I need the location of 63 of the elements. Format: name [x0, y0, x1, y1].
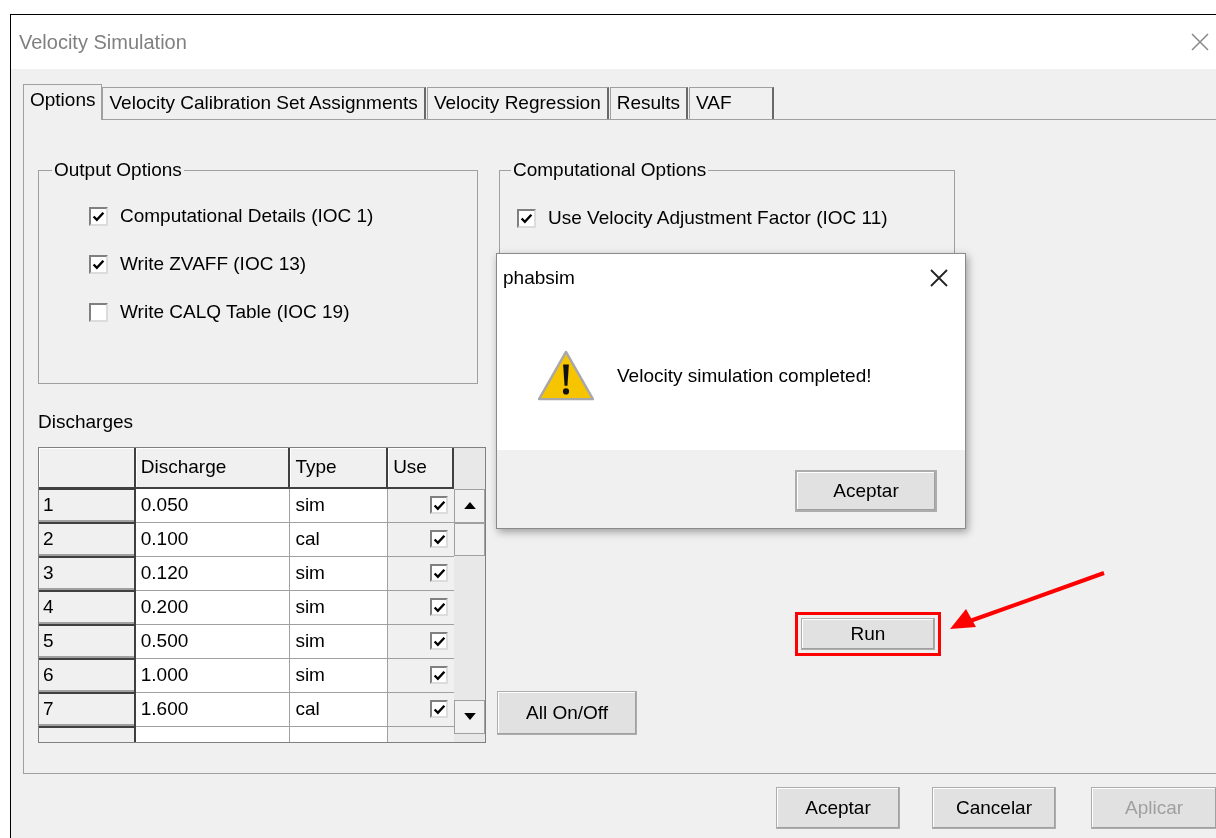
table-cell: 0.120 [135, 556, 291, 591]
checkbox[interactable] [89, 207, 108, 226]
up-arrow-icon [463, 502, 476, 509]
tab[interactable]: Velocity Calibration Set Assignments [102, 87, 426, 119]
row-header: 6 [39, 658, 136, 693]
table-cell: sim [290, 590, 389, 625]
table-cell: sim [290, 624, 389, 659]
all-on-off-button[interactable]: All On/Off [497, 691, 637, 735]
table-cell: cal [290, 692, 389, 727]
table-cell: 0.100 [135, 522, 291, 557]
dialog-button[interactable]: Aceptar [776, 787, 900, 829]
warning-icon [537, 350, 595, 402]
row-header: 3 [39, 556, 136, 591]
table-cell: 1.000 [135, 658, 291, 693]
table-cell: 0.500 [135, 624, 291, 659]
scroll-thumb[interactable] [454, 522, 485, 556]
dialog-button[interactable]: Cancelar [932, 787, 1056, 829]
tab[interactable]: VAF [689, 87, 774, 119]
section-label: Discharges [38, 410, 135, 434]
tab[interactable]: Results [609, 87, 689, 119]
row-header: 7 [39, 692, 136, 727]
checkbox-label: Use Velocity Adjustment Factor (IOC 11) [548, 206, 888, 231]
checkbox[interactable] [430, 564, 448, 582]
down-arrow-icon [463, 713, 476, 720]
checkbox[interactable] [430, 598, 448, 616]
table-cell: cal [290, 522, 389, 557]
message-text: Velocity simulation completed! [617, 363, 872, 388]
run-button[interactable]: Run [801, 618, 935, 650]
group-title: Computational Options [512, 158, 708, 182]
close-icon[interactable] [929, 268, 949, 288]
checkbox[interactable] [430, 700, 448, 718]
checkbox[interactable] [430, 632, 448, 650]
table-cell: 1.600 [135, 692, 291, 727]
table-cell: 0.200 [135, 590, 291, 625]
tab[interactable]: Velocity Regression [426, 87, 609, 119]
checkbox-label: Write CALQ Table (IOC 19) [120, 300, 350, 325]
table-cell: sim [290, 556, 389, 591]
row-header: 1 [39, 488, 136, 523]
table-cell: sim [290, 488, 389, 523]
checkbox[interactable] [430, 530, 448, 548]
row-header: 2 [39, 522, 136, 557]
message-ok-button[interactable]: Aceptar [795, 470, 937, 512]
checkbox[interactable] [517, 209, 536, 228]
checkbox-label: Computational Details (IOC 1) [120, 204, 374, 229]
group-title: Output Options [53, 158, 183, 182]
column-header: Type [290, 447, 389, 489]
table-cell: 0.050 [135, 488, 291, 523]
scroll-down-button[interactable] [454, 699, 485, 734]
row-header: 5 [39, 624, 136, 659]
window-title: Velocity Simulation [19, 30, 187, 55]
checkbox[interactable] [89, 303, 108, 322]
checkbox[interactable] [430, 666, 448, 684]
tab[interactable]: Options [23, 84, 103, 120]
scroll-up-button[interactable] [454, 488, 485, 523]
table-cell: sim [290, 658, 389, 693]
checkbox[interactable] [430, 496, 448, 514]
scrollbar[interactable] [454, 447, 485, 742]
checkbox-label: Write ZVAFF (IOC 13) [120, 252, 307, 277]
column-header: Discharge [135, 447, 291, 489]
row-header: 4 [39, 590, 136, 625]
checkbox[interactable] [89, 255, 108, 274]
message-box-title: phabsim [503, 265, 575, 290]
column-header: Use [388, 447, 454, 489]
